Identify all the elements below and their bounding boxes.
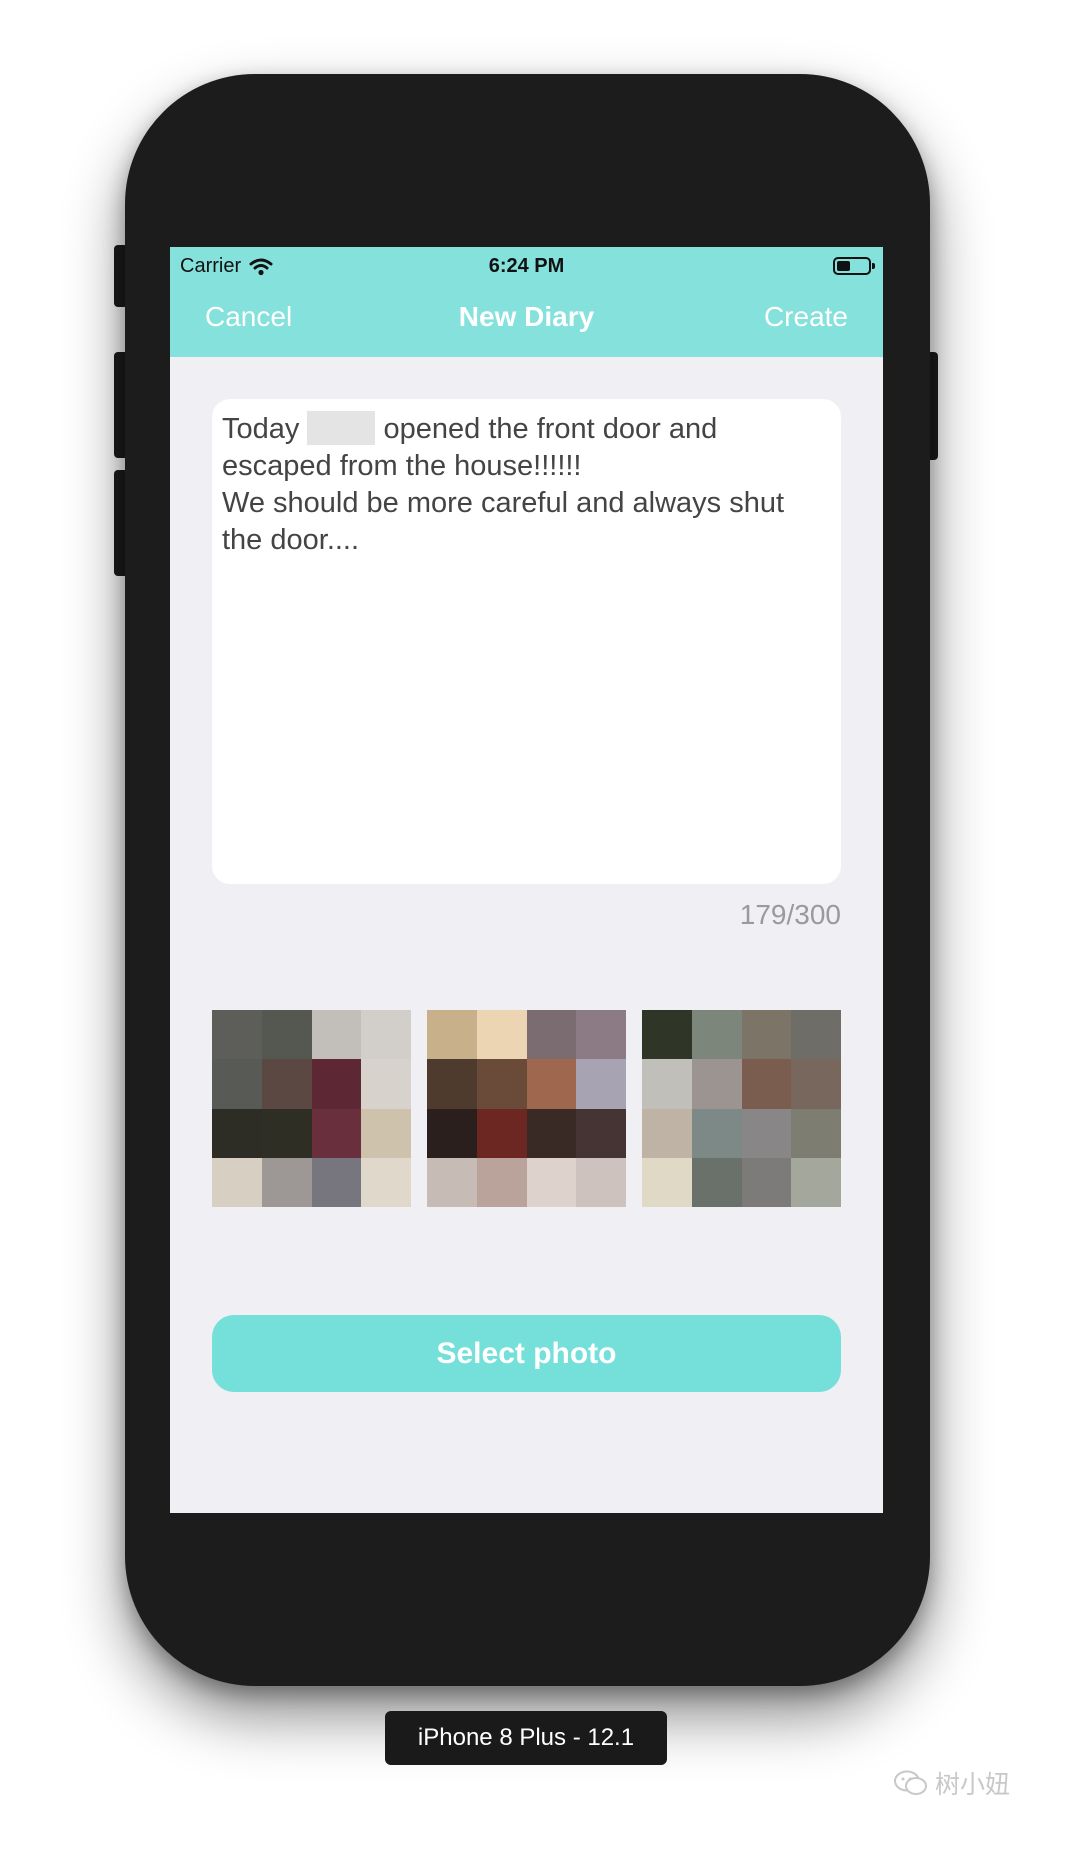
photo-pixel-block (642, 1059, 692, 1109)
photo-pixel-block (691, 1157, 742, 1207)
photo-pixel-block (212, 1108, 262, 1158)
photo-pixel-block (311, 1108, 362, 1158)
photo-pixel-block (427, 1108, 477, 1158)
photo-pixel-block (526, 1108, 577, 1158)
photo-pixel-block (476, 1108, 527, 1158)
photo-pixel-block (526, 1059, 577, 1109)
photo-thumbnail-2[interactable] (427, 1010, 626, 1207)
photo-pixel-block (212, 1010, 262, 1060)
photo-thumbnail-3[interactable] (642, 1010, 841, 1207)
character-counter: 179/300 (739, 899, 841, 930)
photo-pixel-block (741, 1010, 792, 1060)
photo-pixel-block (642, 1108, 692, 1158)
simulator-device-label: iPhone 8 Plus - 12.1 (385, 1711, 667, 1765)
photo-pixel-block (576, 1010, 626, 1060)
photo-pixel-block (361, 1108, 411, 1158)
create-button[interactable]: Create (764, 301, 848, 333)
photo-pixel-block (642, 1157, 692, 1207)
watermark: 树小妞 (893, 1765, 1010, 1801)
diary-text-area[interactable]: Today opened the front door and escaped … (212, 399, 841, 884)
photo-pixel-block (311, 1059, 362, 1109)
photo-pixel-block (576, 1108, 626, 1158)
photo-pixel-block (741, 1108, 792, 1158)
photo-pixel-block (212, 1157, 262, 1207)
photo-pixel-block (476, 1157, 527, 1207)
photo-pixel-block (791, 1108, 841, 1158)
photo-thumbnail-1[interactable] (212, 1010, 411, 1207)
app-screen: Carrier 6:24 PM Cancel New Diary Create … (170, 247, 883, 1513)
photo-pixel-block (261, 1010, 312, 1060)
photo-pixel-block (261, 1157, 312, 1207)
photo-pixel-block (476, 1059, 527, 1109)
photo-pixel-block (476, 1010, 527, 1060)
wechat-icon (894, 1770, 927, 1795)
diary-text: Today opened the front door and escaped … (222, 411, 827, 559)
photo-pixel-block (361, 1157, 411, 1207)
photo-pixel-block (361, 1010, 411, 1060)
photo-pixel-block (691, 1010, 742, 1060)
photo-pixel-block (741, 1059, 792, 1109)
photo-pixel-block (791, 1010, 841, 1060)
photo-pixel-block (576, 1157, 626, 1207)
photo-pixel-block (576, 1059, 626, 1109)
photo-pixel-block (261, 1059, 312, 1109)
photo-pixel-block (427, 1059, 477, 1109)
photo-pixel-block (741, 1157, 792, 1207)
navigation-bar: Carrier 6:24 PM Cancel New Diary Create (170, 247, 883, 357)
photo-pixel-block (427, 1157, 477, 1207)
photo-pixel-block (791, 1157, 841, 1207)
photo-pixel-block (212, 1059, 262, 1109)
select-photo-button[interactable]: Select photo (212, 1315, 841, 1392)
diary-text-start: Today (222, 413, 308, 445)
photo-pixel-block (642, 1010, 692, 1060)
status-time: 6:24 PM (488, 255, 565, 277)
redacted-name (307, 411, 376, 445)
watermark-text: 树小妞 (935, 1771, 1011, 1799)
photo-pixel-block (311, 1010, 362, 1060)
photo-pixel-block (427, 1010, 477, 1060)
photo-pixel-block (691, 1108, 742, 1158)
photo-pixel-block (311, 1157, 362, 1207)
photo-pixel-block (361, 1059, 411, 1109)
photo-pixel-block (691, 1059, 742, 1109)
battery-icon (833, 257, 875, 275)
photo-pixel-block (791, 1059, 841, 1109)
photo-pixel-block (526, 1157, 577, 1207)
photo-pixel-block (261, 1108, 312, 1158)
photo-pixel-block (526, 1010, 577, 1060)
